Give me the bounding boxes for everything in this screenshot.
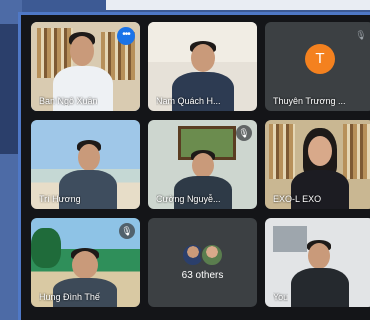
participant-name: EXO-L EXO (273, 194, 322, 204)
avatar (200, 243, 224, 267)
others-count: 63 others (181, 270, 224, 281)
participant-tile[interactable]: You (265, 218, 370, 307)
mic-off-icon: 🎙 (236, 125, 252, 141)
participant-tile[interactable]: ••• Ban Ngô Xuân (31, 22, 140, 111)
participant-tile[interactable]: EXO-L EXO (265, 120, 370, 209)
more-options-icon[interactable]: ••• (117, 27, 135, 45)
participant-name: Nam Quách H... (156, 96, 221, 106)
participant-tile[interactable]: 🎙 Cường Nguyễ... (148, 120, 257, 209)
participant-name: Cường Nguyễ... (156, 194, 221, 204)
participant-tile[interactable]: 🎙 Hung Đình Thế (31, 218, 140, 307)
mic-off-icon: 🎙 (355, 30, 367, 40)
background-window (106, 0, 370, 10)
participant-name: Trí Hương (39, 194, 81, 204)
mic-off-icon: 🎙 (119, 223, 135, 239)
participant-name: You (273, 292, 289, 302)
meeting-grid: ••• Ban Ngô Xuân Nam Quách H... T 🎙 Thuy… (18, 12, 370, 320)
participant-name: Ban Ngô Xuân (39, 96, 98, 106)
participant-tile[interactable]: Trí Hương (31, 120, 140, 209)
participant-tile[interactable]: T 🎙 Thuyên Trương ... (265, 22, 370, 111)
participant-name: Hung Đình Thế (39, 292, 100, 302)
others-tile[interactable]: 63 others (148, 218, 257, 307)
participant-tile[interactable]: Nam Quách H... (148, 22, 257, 111)
participant-name: Thuyên Trương ... (273, 96, 346, 106)
avatar: T (305, 44, 335, 74)
